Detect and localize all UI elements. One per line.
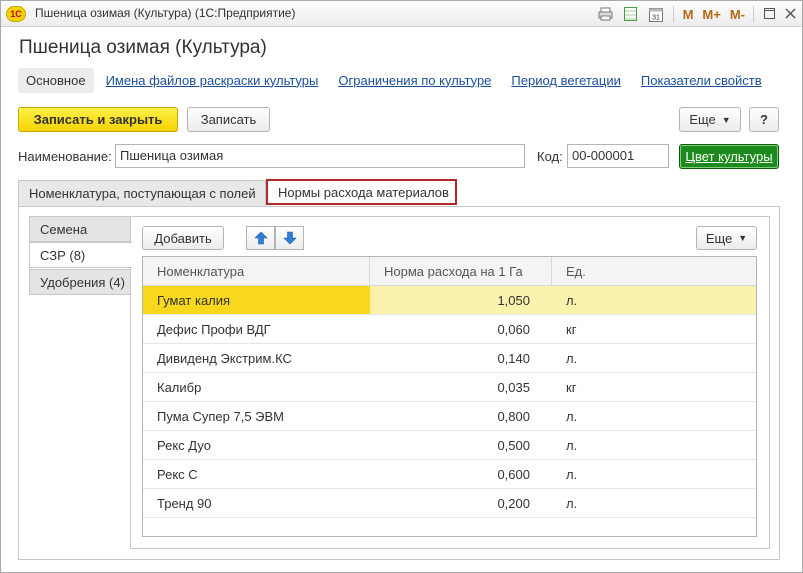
table-row[interactable]: Тренд 90 0,200 л. <box>143 489 756 518</box>
save-and-close-button[interactable]: Записать и закрыть <box>18 107 178 132</box>
table-more-label: Еще <box>705 230 733 246</box>
cell-nomenclature: Дефис Профи ВДГ <box>157 321 271 337</box>
column-header-nomenclature[interactable]: Номенклатура <box>143 257 370 285</box>
cell-nomenclature: Тренд 90 <box>157 495 212 511</box>
cell-nomenclature: Гумат калия <box>143 286 370 314</box>
cell-unit: л. <box>566 495 578 511</box>
cell-rate: 1,050 <box>370 286 552 314</box>
name-field[interactable]: Пшеница озимая <box>115 144 525 168</box>
cell-nomenclature: Рекс С <box>157 466 198 482</box>
save-button[interactable]: Записать <box>187 107 270 132</box>
memory-m-button[interactable]: M <box>683 7 694 22</box>
toolbar-divider <box>672 6 674 22</box>
add-button[interactable]: Добавить <box>142 226 224 250</box>
name-label: Наименование: <box>18 149 112 164</box>
nav-item-main[interactable]: Основное <box>18 67 94 93</box>
move-down-button[interactable] <box>275 226 304 250</box>
cell-nomenclature: Дивиденд Экстрим.КС <box>157 350 292 366</box>
nav-item-property-indicators[interactable]: Показатели свойств <box>641 73 762 88</box>
toolbar-divider <box>753 6 754 22</box>
cell-unit: кг <box>566 321 577 337</box>
cell-nomenclature: Пума Супер 7,5 ЭВМ <box>157 408 285 424</box>
calendar-day: 31 <box>652 14 660 21</box>
cell-rate: 0,600 <box>497 466 530 482</box>
calendar-icon[interactable]: 31 <box>647 5 665 23</box>
cell-rate: 0,060 <box>497 321 530 337</box>
nav-item-restrictions[interactable]: Ограничения по культуре <box>338 73 491 88</box>
cell-rate: 0,140 <box>497 350 530 366</box>
table-more-button[interactable]: Еще ▼ <box>696 226 757 250</box>
title-bar: 1С Пшеница озимая (Культура) (1С:Предпри… <box>1 1 802 27</box>
column-header-unit[interactable]: Ед. <box>552 257 756 285</box>
table-row[interactable]: Дивиденд Экстрим.КС 0,140 л. <box>143 344 756 373</box>
tab-material-consumption-rates[interactable]: Нормы расхода материалов <box>266 179 457 205</box>
table-row[interactable]: Дефис Профи ВДГ 0,060 кг <box>143 315 756 344</box>
help-button[interactable]: ? <box>749 107 779 132</box>
page-title: Пшеница озимая (Культура) <box>19 37 267 58</box>
memory-minus-button[interactable]: M- <box>730 7 745 22</box>
cell-rate: 0,500 <box>497 437 530 453</box>
nav-item-vegetation-period[interactable]: Период вегетации <box>511 73 620 88</box>
table-row[interactable]: Рекс Дуо 0,500 л. <box>143 431 756 460</box>
move-up-button[interactable] <box>246 226 275 250</box>
code-label: Код: <box>537 149 563 164</box>
cell-nomenclature: Калибр <box>157 379 202 395</box>
consumption-rates-table: Номенклатура Норма расхода на 1 Га Ед. Г… <box>142 256 757 537</box>
table-row[interactable]: Калибр 0,035 кг <box>143 373 756 402</box>
code-field[interactable]: 00-000001 <box>567 144 669 168</box>
form-navigation: Основное Имена файлов раскраски культуры… <box>18 67 782 93</box>
title-bar-tools: 31 M M+ M- <box>590 4 796 24</box>
nav-item-coloring-files[interactable]: Имена файлов раскраски культуры <box>106 73 319 88</box>
table-row[interactable]: Рекс С 0,600 л. <box>143 460 756 489</box>
print-icon[interactable] <box>597 5 615 23</box>
cell-rate: 0,800 <box>497 408 530 424</box>
window-title: Пшеница озимая (Культура) (1С:Предприяти… <box>35 6 296 20</box>
column-header-rate[interactable]: Норма расхода на 1 Га <box>370 257 552 285</box>
cell-unit: л. <box>566 437 578 453</box>
close-icon[interactable] <box>785 7 796 22</box>
more-button-label: Еще <box>689 112 716 127</box>
restore-icon[interactable] <box>764 7 775 22</box>
arrow-up-icon <box>253 231 268 245</box>
culture-color-button[interactable]: Цвет культуры <box>679 144 779 169</box>
subtab-crop-protection[interactable]: СЗР (8) <box>29 242 132 268</box>
cell-rate: 0,035 <box>497 379 530 395</box>
tab-nomenclature-from-fields[interactable]: Номенклатура, поступающая с полей <box>18 180 266 206</box>
cell-nomenclature: Рекс Дуо <box>157 437 211 453</box>
app-logo-icon: 1С <box>6 6 26 22</box>
app-window: 1С Пшеница озимая (Культура) (1С:Предпри… <box>0 0 803 573</box>
table-icon[interactable] <box>622 5 640 23</box>
chevron-down-icon: ▼ <box>738 233 748 243</box>
table-header: Номенклатура Норма расхода на 1 Га Ед. <box>143 257 756 286</box>
cell-unit: л. <box>552 286 756 314</box>
cell-rate: 0,200 <box>497 495 530 511</box>
subtab-seeds[interactable]: Семена <box>29 216 131 242</box>
subtab-fertilizers[interactable]: Удобрения (4) <box>29 269 131 295</box>
more-button[interactable]: Еще ▼ <box>679 107 741 132</box>
cell-unit: л. <box>566 408 578 424</box>
chevron-down-icon: ▼ <box>721 114 731 125</box>
cell-unit: кг <box>566 379 577 395</box>
memory-plus-button[interactable]: M+ <box>702 7 720 22</box>
cell-unit: л. <box>566 466 578 482</box>
table-row[interactable]: Пума Супер 7,5 ЭВМ 0,800 л. <box>143 402 756 431</box>
table-row[interactable]: Гумат калия 1,050 л. <box>143 286 756 315</box>
arrow-down-icon <box>282 231 297 245</box>
cell-unit: л. <box>566 350 578 366</box>
